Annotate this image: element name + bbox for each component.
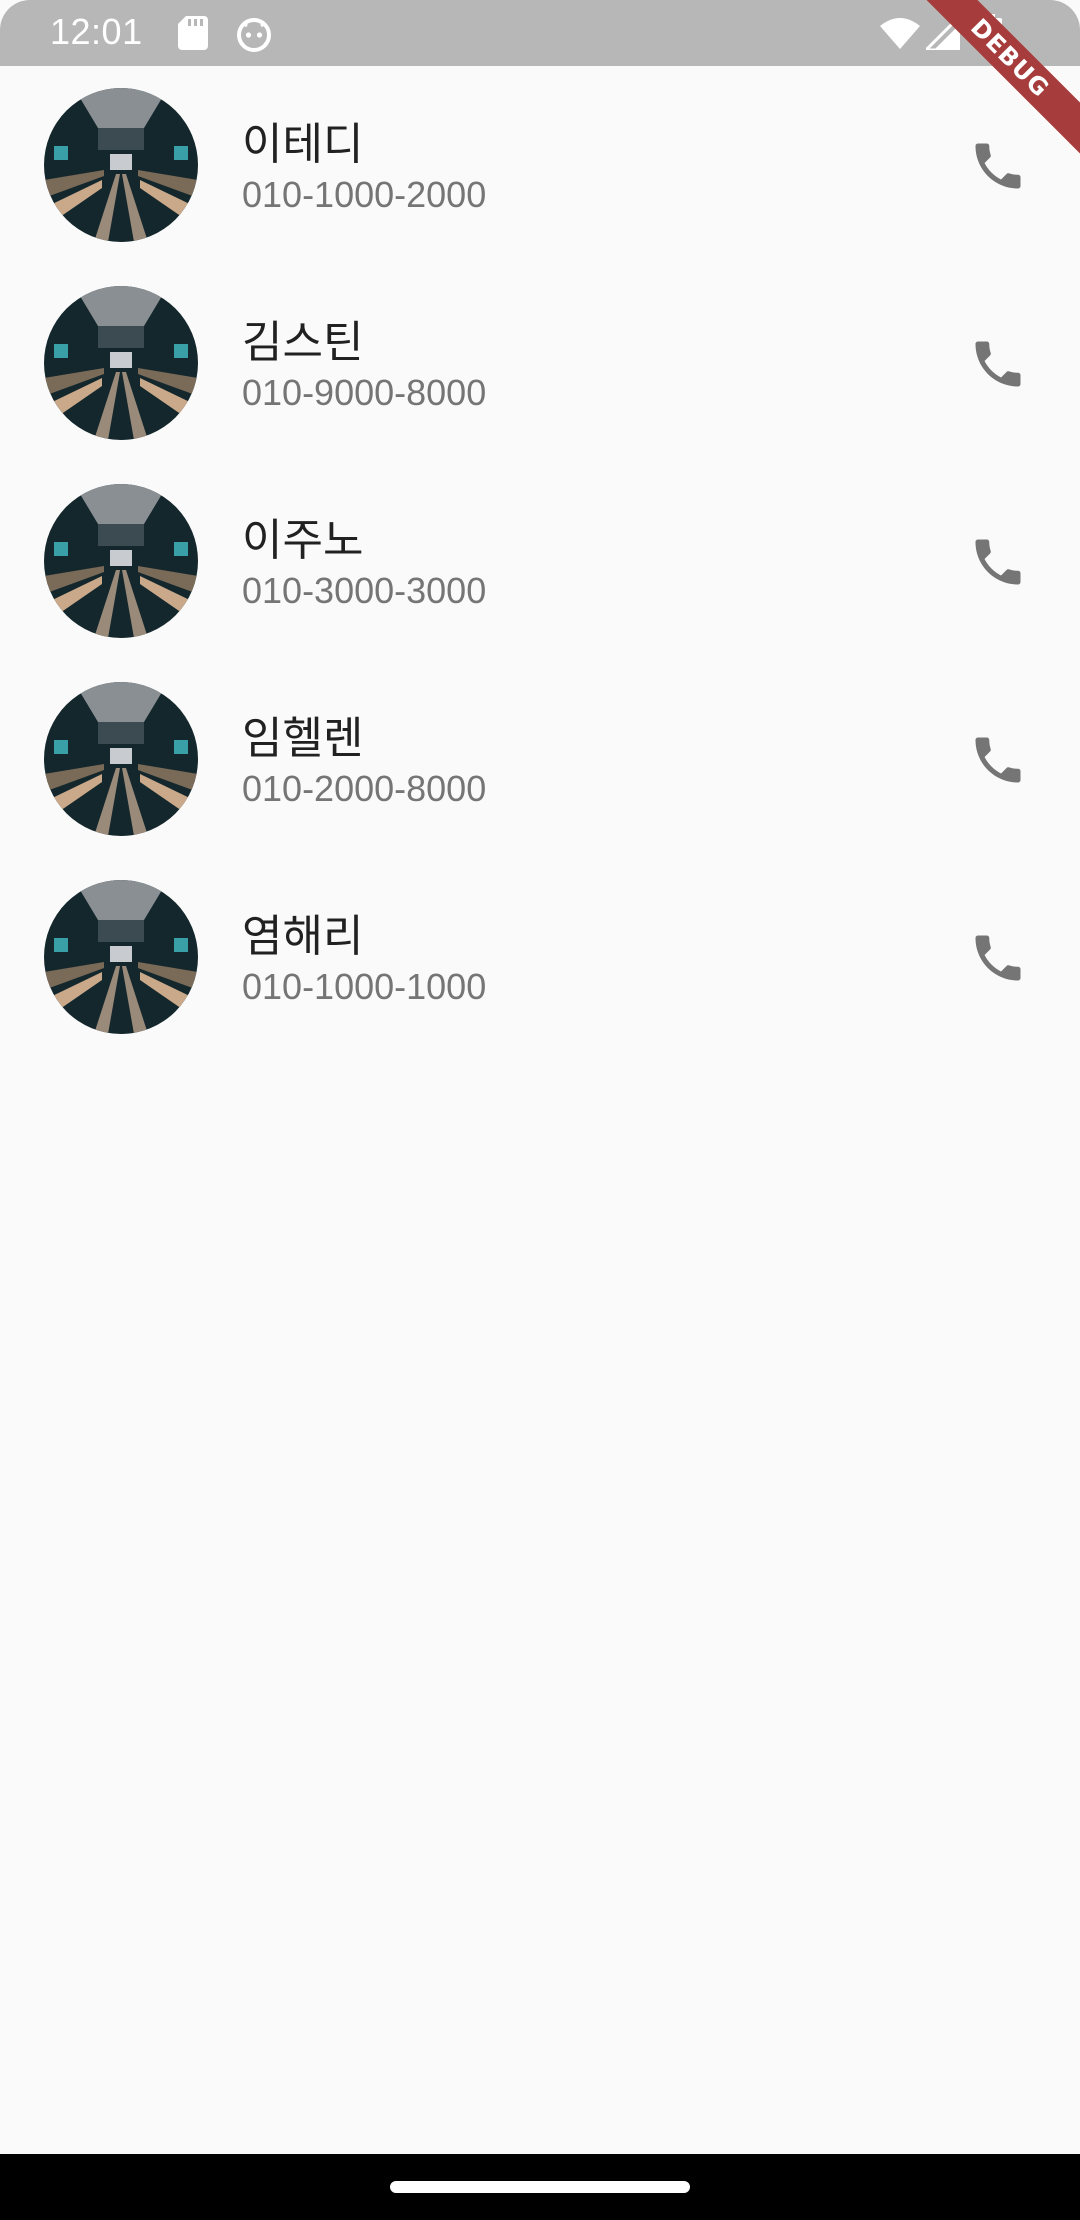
phone-icon[interactable] xyxy=(968,334,1028,394)
contact-avatar xyxy=(44,682,198,836)
contact-list: 이테디 010-1000-2000 김스틴 010-9000-8000 이주노 … xyxy=(0,66,1080,1056)
sd-card-icon xyxy=(178,16,208,50)
contact-avatar xyxy=(44,880,198,1034)
contact-phone: 010-2000-8000 xyxy=(242,768,487,809)
contact-avatar xyxy=(44,484,198,638)
home-gesture-handle[interactable] xyxy=(390,2181,690,2193)
app-screen: 12:01 DEBUG 이테디 010-1000-2000 김스틴 010-90… xyxy=(0,0,1080,2220)
status-time: 12:01 xyxy=(50,11,143,52)
contact-list-item[interactable]: 김스틴 010-9000-8000 xyxy=(0,264,1080,462)
contact-name: 김스틴 xyxy=(242,317,364,368)
status-bar: 12:01 xyxy=(0,0,1080,66)
contact-list-item[interactable]: 이테디 010-1000-2000 xyxy=(0,66,1080,264)
signal-icon xyxy=(926,16,960,50)
phone-icon[interactable] xyxy=(968,928,1028,988)
contact-name: 임헬렌 xyxy=(242,713,364,764)
contact-avatar xyxy=(44,88,198,242)
contact-phone: 010-3000-3000 xyxy=(242,570,487,611)
phone-icon[interactable] xyxy=(968,136,1028,196)
contact-phone: 010-9000-8000 xyxy=(242,372,487,413)
contact-phone: 010-1000-1000 xyxy=(242,966,487,1007)
contact-name: 이테디 xyxy=(242,119,364,170)
phone-icon[interactable] xyxy=(968,532,1028,592)
contact-phone: 010-1000-2000 xyxy=(242,174,487,215)
phone-icon[interactable] xyxy=(968,730,1028,790)
wifi-icon xyxy=(880,18,920,49)
contact-list-item[interactable]: 임헬렌 010-2000-8000 xyxy=(0,660,1080,858)
battery-icon xyxy=(980,14,1002,52)
navigation-bar xyxy=(0,2154,1080,2220)
contact-list-item[interactable]: 이주노 010-3000-3000 xyxy=(0,462,1080,660)
contact-name: 이주노 xyxy=(242,515,364,566)
contact-name: 염해리 xyxy=(242,911,364,962)
contact-list-item[interactable]: 염해리 010-1000-1000 xyxy=(0,858,1080,1056)
android-face-icon xyxy=(237,18,271,52)
contact-avatar xyxy=(44,286,198,440)
